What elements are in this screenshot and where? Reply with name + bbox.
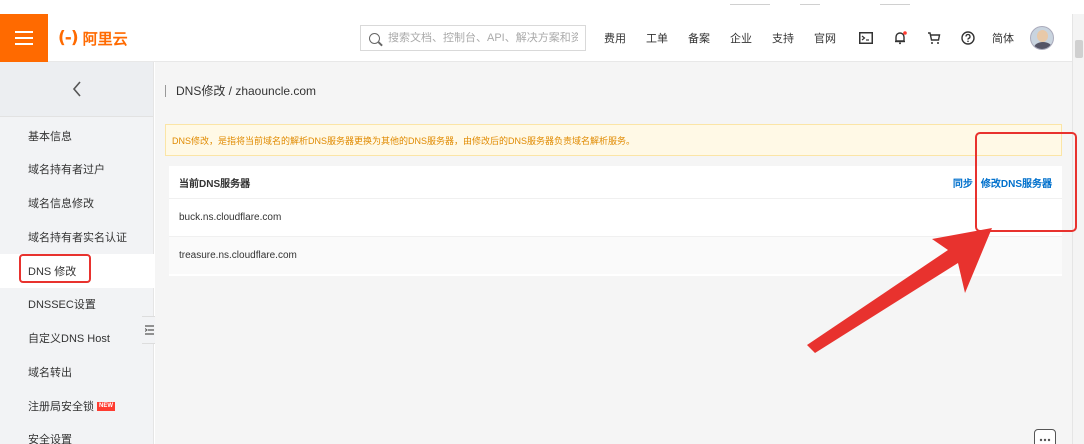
search-input[interactable] <box>388 32 578 44</box>
sidebar-item-label: 域名持有者实名认证 <box>28 232 127 244</box>
sidebar-item-label: 域名持有者过户 <box>28 164 105 176</box>
terminal-icon[interactable] <box>856 28 876 48</box>
sidebar-item-label: 安全设置 <box>28 434 72 444</box>
page-title-text: DNS修改 / zhaouncle.com <box>176 84 317 98</box>
dns-server-row: buck.ns.cloudflare.com <box>169 198 1062 236</box>
sidebar-item-security[interactable]: 安全设置 <box>28 431 72 444</box>
language-switch[interactable]: 简体 <box>992 30 1014 46</box>
sidebar-item-registry-lock[interactable]: 注册局安全锁 NEW <box>28 398 115 414</box>
sidebar-item-label: 注册局安全锁 <box>28 401 94 413</box>
cart-icon[interactable] <box>924 28 944 48</box>
sidebar-item-label: 域名信息修改 <box>28 198 94 210</box>
sidebar-item-basic-info[interactable]: 基本信息 <box>28 128 72 144</box>
back-button[interactable] <box>0 62 153 117</box>
logo-mark: (-) <box>58 28 79 48</box>
dns-server-name: treasure.ns.cloudflare.com <box>179 250 297 261</box>
panel-header: 当前DNS服务器 同步 修改DNS服务器 <box>169 166 1062 198</box>
sidebar-item-real-name[interactable]: 域名持有者实名认证 <box>28 229 127 245</box>
help-icon[interactable] <box>958 28 978 48</box>
panel-actions: 同步 修改DNS服务器 <box>953 175 1052 190</box>
avatar[interactable] <box>1030 26 1054 50</box>
top-nav: 费用 工单 备案 企业 支持 官网 简体 <box>604 14 1054 62</box>
sidebar: 基本信息 域名持有者过户 域名信息修改 域名持有者实名认证 DNS 修改 DNS… <box>0 62 158 444</box>
chevron-left-icon <box>72 81 81 97</box>
nav-support[interactable]: 支持 <box>772 30 794 46</box>
new-badge: NEW <box>97 401 115 411</box>
sidebar-item-transfer-out[interactable]: 域名转出 <box>28 364 72 380</box>
sidebar-item-dnssec[interactable]: DNSSEC设置 <box>28 296 96 312</box>
sidebar-item-custom-dns-host[interactable]: 自定义DNS Host <box>28 330 110 346</box>
bell-icon[interactable] <box>890 28 910 48</box>
nav-tickets[interactable]: 工单 <box>646 30 668 46</box>
search-icon <box>369 32 380 44</box>
nav-icp[interactable]: 备案 <box>688 30 710 46</box>
dns-server-name: buck.ns.cloudflare.com <box>179 212 282 223</box>
sidebar-item-label: 基本信息 <box>28 131 72 143</box>
panel-title: 当前DNS服务器 <box>179 178 251 190</box>
page-title: DNS修改 / zhaouncle.com <box>165 82 316 99</box>
sidebar-item-label: 自定义DNS Host <box>28 333 110 345</box>
dns-server-panel: 当前DNS服务器 同步 修改DNS服务器 buck.ns.cloudflare.… <box>169 166 1062 276</box>
aliyun-logo[interactable]: (-) 阿里云 <box>58 28 128 48</box>
notice-text: DNS修改，是指将当前域名的解析DNS服务器更换为其他的DNS服务器，由修改后的… <box>172 135 636 146</box>
sidebar-item-info-modify[interactable]: 域名信息修改 <box>28 195 94 211</box>
browser-top-strip <box>0 0 1084 12</box>
nav-official-site[interactable]: 官网 <box>814 30 836 46</box>
nav-billing[interactable]: 费用 <box>604 30 626 46</box>
nav-enterprise[interactable]: 企业 <box>730 30 752 46</box>
search-box[interactable] <box>360 25 586 51</box>
notice-banner: DNS修改，是指将当前域名的解析DNS服务器更换为其他的DNS服务器，由修改后的… <box>165 124 1062 156</box>
annotation-box-sidebar <box>19 254 91 283</box>
chat-icon[interactable] <box>1034 429 1056 444</box>
sidebar-item-label: 域名转出 <box>28 367 72 379</box>
page-scrollbar[interactable] <box>1072 14 1084 444</box>
main-content: DNS修改 / zhaouncle.com DNS修改，是指将当前域名的解析DN… <box>155 62 1072 444</box>
menu-button[interactable] <box>0 14 48 62</box>
logo-text: 阿里云 <box>82 30 128 48</box>
top-header: (-) 阿里云 费用 工单 备案 企业 支持 官网 简体 <box>0 14 1072 62</box>
sidebar-item-holder-transfer[interactable]: 域名持有者过户 <box>28 161 105 177</box>
sync-link[interactable]: 同步 <box>953 175 973 190</box>
dns-server-row: treasure.ns.cloudflare.com <box>169 236 1062 274</box>
modify-dns-link[interactable]: 修改DNS服务器 <box>981 175 1052 190</box>
sidebar-item-label: DNSSEC设置 <box>28 299 96 311</box>
